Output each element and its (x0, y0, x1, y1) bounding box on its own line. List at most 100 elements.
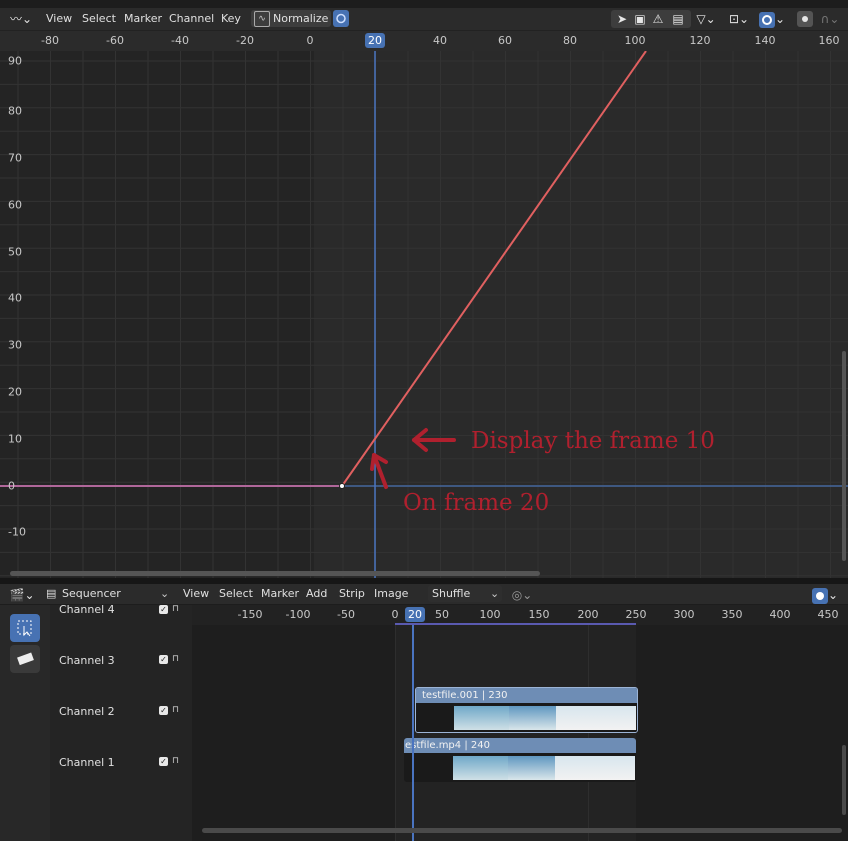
snap-icon[interactable]: ⌄ (757, 11, 787, 28)
y-tick: 70 (8, 151, 22, 165)
keyframe-point (339, 483, 345, 489)
menu-marker[interactable]: Marker (261, 587, 299, 600)
channel-mute-checkbox[interactable]: ✓ (159, 706, 168, 715)
grid-line (395, 625, 396, 841)
current-frame-indicator[interactable]: 20 (405, 607, 425, 622)
vertical-scrollbar (842, 351, 846, 561)
y-tick: 80 (8, 104, 22, 118)
channel-label: Channel 4 (59, 603, 115, 616)
graph-area[interactable]: 90 80 70 60 50 40 30 20 10 0 -10 Display… (0, 51, 848, 578)
annotation-display-frame: Display the frame 10 (471, 428, 715, 454)
menu-image[interactable]: Image (374, 587, 408, 600)
vertical-scrollbar[interactable] (842, 745, 846, 815)
sequencer-icon[interactable]: 🎬⌄ (8, 587, 36, 603)
ruler-tick: 120 (689, 34, 711, 47)
snap-icon[interactable]: ◎⌄ (506, 587, 538, 603)
ruler-tick: -50 (337, 608, 355, 621)
menu-view[interactable]: View (46, 12, 72, 25)
ruler-tick: -100 (285, 608, 311, 621)
graph-editor-header: 〰⌄ View Select Marker Channel Key ∿ Norm… (0, 8, 848, 31)
ruler-tick: 80 (563, 34, 577, 47)
ruler-tick: 350 (721, 608, 743, 621)
y-tick: 20 (8, 385, 22, 399)
ruler-tick: -150 (237, 608, 263, 621)
menu-view[interactable]: View (183, 587, 209, 600)
ruler-tick: 0 (306, 34, 314, 47)
filter-icon[interactable]: ▽⌄ (694, 11, 718, 27)
graph-frame-ruler[interactable]: -80 -60 -40 -20 0 40 60 80 100 120 140 1… (0, 31, 848, 51)
horizontal-scrollbar[interactable] (202, 828, 842, 833)
cursor-icon[interactable]: ➤ (614, 11, 630, 27)
y-tick: 40 (8, 291, 22, 305)
strip-testfile-001[interactable]: testfile.001 | 230 (415, 687, 638, 733)
strip-label: estfile.mp4 | 240 (404, 738, 636, 753)
ruler-tick: 150 (528, 608, 550, 621)
menu-select[interactable]: Select (82, 12, 116, 25)
menu-strip[interactable]: Strip (339, 587, 365, 600)
overlay-icon[interactable]: ⌄ (808, 587, 842, 604)
ruler-tick: 50 (435, 608, 449, 621)
ruler-tick: 450 (817, 608, 839, 621)
blade-icon[interactable] (10, 645, 40, 673)
y-tick: 50 (8, 245, 22, 259)
y-tick: -10 (8, 525, 26, 539)
graph-editor-icon[interactable]: 〰⌄ (8, 11, 34, 27)
ruler-tick: -60 (106, 34, 124, 47)
ruler-tick: 160 (818, 34, 840, 47)
ruler-tick: -20 (236, 34, 254, 47)
y-tick: 0 (8, 479, 15, 493)
frame-range-region (395, 625, 636, 841)
strip-label: testfile.001 | 230 (416, 688, 637, 703)
ruler-tick: 200 (577, 608, 599, 621)
shuffle-label: Shuffle (432, 587, 471, 600)
proportional-edit-icon[interactable] (797, 11, 813, 27)
current-frame-indicator[interactable]: 20 (365, 33, 385, 48)
sequencer-header: 🎬⌄ ▤ Sequencer ⌄ View Select Marker Add … (0, 584, 848, 604)
grid-line (588, 625, 589, 841)
menu-key[interactable]: Key (221, 12, 241, 25)
normalize-button[interactable]: ∿ Normalize (251, 10, 331, 27)
ruler-tick: -80 (41, 34, 59, 47)
normalize-label: Normalize (273, 12, 329, 25)
sync-icon[interactable] (333, 10, 349, 27)
ruler-tick: 100 (479, 608, 501, 621)
pivot-icon[interactable]: ⊡⌄ (726, 11, 752, 27)
lock-icon[interactable]: ⊓ (172, 605, 181, 614)
lock-icon[interactable]: ⊓ (172, 757, 181, 766)
chevron-down-icon: ⌄ (160, 587, 170, 600)
ruler-tick: 0 (391, 608, 399, 621)
playhead-line[interactable] (412, 625, 414, 841)
strip-testfile-mp4[interactable]: estfile.mp4 | 240 (404, 738, 636, 782)
channel-label: Channel 3 (59, 654, 115, 667)
menu-marker[interactable]: Marker (124, 12, 162, 25)
strip-thumbnails (416, 703, 637, 732)
sequencer-mode-icon: ▤ (46, 587, 57, 600)
shuffle-dropdown[interactable]: Shuffle ⌄ (428, 585, 502, 602)
y-tick: 30 (8, 338, 22, 352)
menu-channel[interactable]: Channel (169, 12, 214, 25)
annotation-on-frame: On frame 20 (403, 490, 550, 516)
sequencer-mode-label: Sequencer (62, 587, 121, 600)
ruler-tick: -40 (171, 34, 189, 47)
channel-label: Channel 1 (59, 756, 115, 769)
lock-icon[interactable]: ⊓ (172, 655, 181, 664)
select-box-icon[interactable] (10, 614, 40, 642)
pin-icon[interactable]: ▤ (670, 11, 686, 27)
sequencer-frame-ruler[interactable]: -150 -100 -50 0 50 100 150 200 250 300 3… (192, 605, 848, 626)
menu-add[interactable]: Add (306, 587, 327, 600)
falloff-icon[interactable]: ∩⌄ (816, 11, 844, 27)
warning-icon[interactable]: ⚠ (650, 11, 666, 27)
sequencer-timeline[interactable]: testfile.001 | 230 estfile.mp4 | 240 (192, 625, 848, 841)
menu-select[interactable]: Select (219, 587, 253, 600)
ruler-tick: 60 (498, 34, 512, 47)
horizontal-scrollbar (10, 571, 540, 576)
channel-mute-checkbox[interactable]: ✓ (159, 757, 168, 766)
lock-icon[interactable]: ⊓ (172, 706, 181, 715)
ruler-tick: 300 (673, 608, 695, 621)
channel-mute-checkbox[interactable]: ✓ (159, 605, 168, 614)
channel-mute-checkbox[interactable]: ✓ (159, 655, 168, 664)
ruler-tick: 400 (769, 608, 791, 621)
y-tick: 10 (8, 432, 22, 446)
frame-select-icon[interactable]: ▣ (632, 11, 648, 27)
sequencer-mode-dropdown[interactable]: ▤ Sequencer ⌄ (44, 585, 172, 603)
